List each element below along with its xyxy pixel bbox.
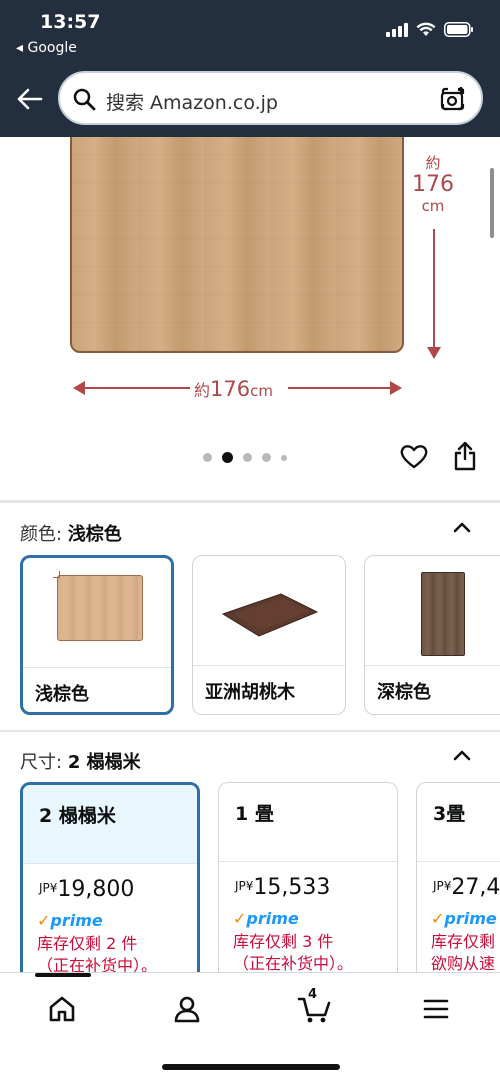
menu-icon[interactable] [420,993,452,1025]
height-arrow-line [433,229,435,349]
prime-badge: ✓prime [233,909,299,928]
stock-status: 库存仅剩 欲购从速 [431,931,495,975]
stock-line: 库存仅剩 3 件 [233,932,334,951]
height-arrow-head [427,347,441,359]
section-divider [0,500,500,503]
width-dimension: 約176cm [194,377,273,401]
prime-badge: ✓prime [431,909,497,928]
back-to-google-link[interactable]: ◂ Google [16,40,77,56]
share-icon[interactable] [452,440,478,472]
stock-status: 库存仅剩 3 件（正在补货中）。 [233,931,353,975]
search-icon [73,88,96,111]
wishlist-heart-icon[interactable] [399,442,429,470]
product-mat-image [70,137,404,353]
size-option-3-jo[interactable]: 3畳 JP¥27,4 ✓prime 库存仅剩 欲购从速 [416,782,500,982]
size-card-price: JP¥15,533 [235,875,330,900]
width-arrow-head-left [73,381,85,395]
carousel-dot[interactable] [281,454,287,461]
home-icon[interactable] [46,993,78,1025]
stock-line: 库存仅剩 [431,932,496,951]
carousel-dot[interactable] [243,453,252,462]
walnut-mat-image [221,593,319,637]
back-arrow-icon[interactable] [14,84,44,114]
carousel-dot[interactable] [262,453,271,462]
status-time: 13:57 [40,11,101,33]
page-scrollbar[interactable] [490,168,494,238]
carousel-dot-active[interactable] [222,452,233,463]
swatch-label: 亚洲胡桃木 [205,682,295,703]
active-tab-indicator [35,973,91,977]
width-arrow-line-left [80,387,190,389]
stock-line: 库存仅剩 2 件 [37,934,138,953]
wifi-icon [416,22,436,36]
price-currency: JP¥ [39,881,58,895]
home-indicator-bar [162,1064,340,1070]
prime-label: prime [246,909,299,928]
cellular-signal-icon [386,22,408,37]
swatch-thumbnail [193,556,345,664]
width-dim-unit: cm [250,382,273,400]
swatch-thumbnail [23,558,171,666]
swatch-divider [193,665,345,666]
height-dim-value: 176 [412,172,454,197]
size-option-1-jo[interactable]: 1 畳 JP¥15,533 ✓prime 库存仅剩 3 件（正在补货中）。 [218,782,398,982]
size-label: 尺寸: [20,752,63,773]
size-card-price: JP¥27,4 [433,875,500,900]
size-card-divider [219,861,397,862]
size-card-title: 3畳 [433,803,466,825]
size-selected-value: 2 榻榻米 [67,752,141,773]
height-dim-unit: cm [421,197,445,215]
size-section-header: 尺寸: 2 榻榻米 [20,748,141,774]
app-header: 13:57 ◂ Google 搜索 Amazon.co.jp [0,0,500,137]
size-card-title: 2 榻榻米 [39,805,116,827]
price-value: 15,533 [253,875,331,900]
size-card-title: 1 畳 [235,803,274,825]
prime-label: prime [50,911,103,930]
chevron-up-icon[interactable] [452,748,472,762]
swatch-divider [365,665,500,666]
prime-badge: ✓prime [37,911,103,930]
size-card-price: JP¥19,800 [39,877,134,902]
color-option-dark-brown[interactable]: 深棕色 [364,555,500,715]
search-placeholder: 搜索 Amazon.co.jp [106,92,278,114]
price-value: 27,4 [451,875,500,900]
prime-label: prime [444,909,497,928]
width-dim-prefix: 約 [194,381,211,400]
width-dim-value: 176 [210,377,251,401]
size-card-divider [23,863,197,864]
carousel-dots [203,452,287,463]
color-option-asian-walnut[interactable]: 亚洲胡桃木 [192,555,346,715]
account-icon[interactable] [171,993,203,1025]
chevron-up-icon[interactable] [452,520,472,534]
price-value: 19,800 [57,877,135,902]
width-arrow-head-right [390,381,402,395]
carousel-dot[interactable] [203,453,212,462]
cart-count-badge: 4 [308,987,318,1002]
color-label: 颜色: [20,524,63,545]
color-option-light-brown[interactable]: 浅棕色 [20,555,174,715]
size-card-divider [417,861,500,862]
search-row: 搜索 Amazon.co.jp [0,68,500,130]
search-input[interactable]: 搜索 Amazon.co.jp [58,71,483,125]
camera-search-icon[interactable] [439,85,467,113]
stock-status: 库存仅剩 2 件（正在补货中）。 [37,933,157,977]
color-section-header: 颜色: 浅棕色 [20,520,122,546]
swatch-thumbnail [365,556,500,664]
width-arrow-line-right [288,387,394,389]
height-dim-prefix: 約 [425,154,441,172]
price-currency: JP¥ [235,879,254,893]
size-option-2-tatami[interactable]: 2 榻榻米 JP¥19,800 ✓prime 库存仅剩 2 件（正在补货中）。 [20,782,200,982]
swatch-label: 深棕色 [377,682,431,703]
section-divider [0,730,500,732]
color-selected-value: 浅棕色 [67,524,122,545]
status-icons [386,22,474,37]
swatch-divider [23,667,171,668]
price-currency: JP¥ [433,879,452,893]
height-dimension: 約 176 cm [405,152,461,215]
swatch-label: 浅棕色 [35,684,89,705]
battery-icon [444,22,473,37]
